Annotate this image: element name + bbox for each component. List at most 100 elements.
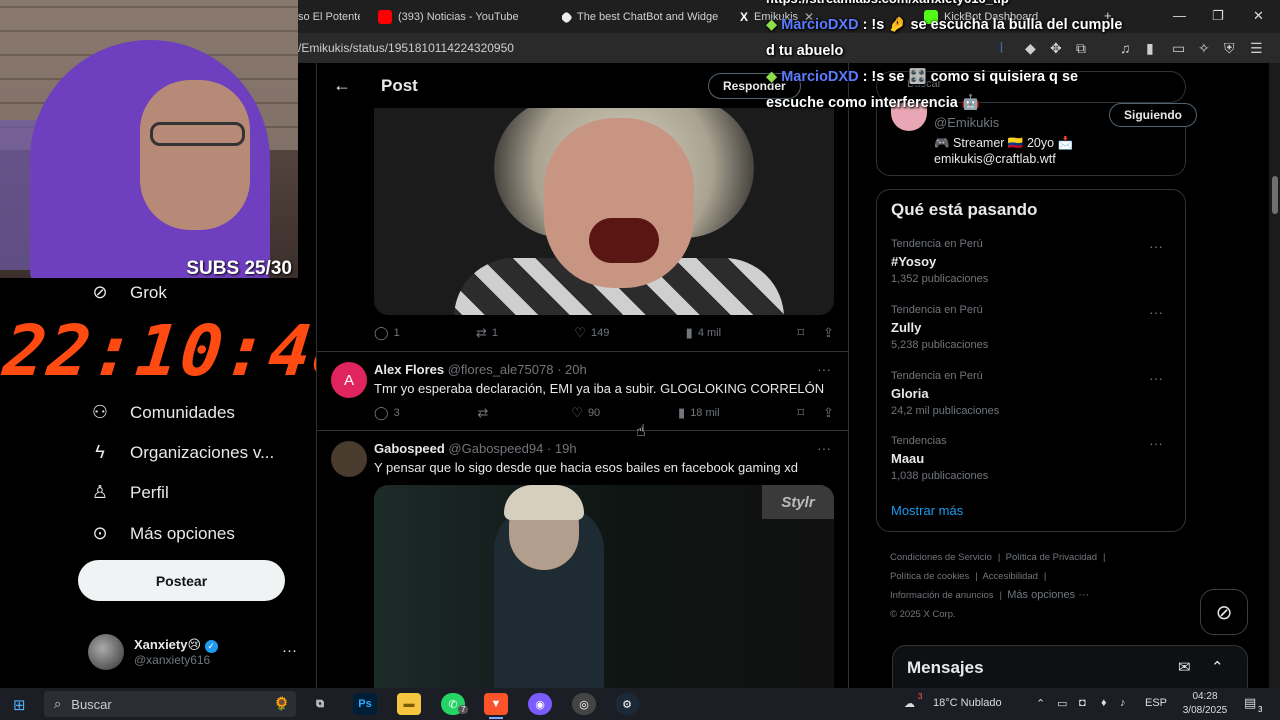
trend-item[interactable]: Tendencia en Perú Gloria 24,2 mil public…: [891, 370, 1173, 417]
shield-icon[interactable]: ⛨: [1224, 40, 1235, 57]
obs-icon[interactable]: ◎: [572, 693, 596, 715]
repost-action[interactable]: ⇄ 1: [476, 325, 498, 341]
reply-action[interactable]: ◯ 1: [374, 325, 400, 341]
views-icon: ▮: [678, 405, 686, 420]
tweet-header: Gabospeed @Gabospeed94 · 19h: [374, 441, 577, 456]
maximize-button[interactable]: ❐: [1212, 8, 1224, 24]
search-label: Buscar: [71, 696, 112, 712]
tray-chevron-icon[interactable]: ⌃: [1036, 697, 1045, 710]
tray-mic-icon[interactable]: ♦: [1101, 697, 1107, 709]
footer-link[interactable]: Accesibilidad: [982, 571, 1037, 582]
right-sidebar: Buscar @Emikukis Siguiendo 🎮 Streamer 🇨🇴…: [849, 63, 1269, 690]
communities-icon: ⚇: [91, 402, 109, 422]
trend-item[interactable]: Tendencia en Perú Zully 5,238 publicacio…: [891, 304, 1173, 351]
account-more-icon[interactable]: ···: [282, 642, 297, 659]
tray-camera-icon[interactable]: ◘: [1079, 697, 1086, 709]
window-close-button[interactable]: ✕: [1253, 8, 1264, 24]
expand-icon[interactable]: ⌃: [1211, 658, 1224, 676]
messages-drawer[interactable]: Mensajes ✉ ⌃: [892, 645, 1248, 690]
trend-item[interactable]: Tendencia en Perú #Yosoy 1,352 publicaci…: [891, 238, 1173, 285]
bolt-icon: ϟ: [95, 442, 105, 462]
taskbar-search[interactable]: ⌕ Buscar 🌻: [44, 691, 296, 717]
wallet-icon[interactable]: ▭: [1172, 40, 1185, 57]
footer-link[interactable]: Condiciones de Servicio: [890, 552, 992, 563]
back-arrow-icon[interactable]: ←: [333, 75, 351, 96]
task-view-icon[interactable]: ⧉: [308, 693, 332, 715]
language-indicator[interactable]: ESP: [1145, 697, 1167, 709]
show-more-link[interactable]: Mostrar más: [891, 503, 963, 518]
windows-start-icon[interactable]: ⊞: [13, 696, 26, 714]
trend-item[interactable]: Tendencias Maau 1,038 publicaciones ···: [891, 435, 1173, 482]
like-action[interactable]: ♡ 90: [571, 405, 600, 421]
views-icon: ▮: [685, 325, 693, 340]
reply-tweet[interactable]: Gabospeed @Gabospeed94 · 19h ··· Y pensa…: [317, 431, 848, 491]
avatar[interactable]: [331, 441, 367, 477]
reply-action[interactable]: ◯ 3: [374, 405, 400, 421]
tweet-text: Y pensar que lo sigo desde que hacia eso…: [374, 460, 798, 475]
menu-icon[interactable]: ☰: [1250, 40, 1263, 57]
author-name[interactable]: Gabospeed: [374, 441, 445, 456]
footer-link[interactable]: Política de cookies: [890, 571, 969, 582]
author-handle[interactable]: @flores_ale75078: [448, 362, 554, 377]
tray-volume-icon[interactable]: ♪: [1120, 697, 1126, 709]
notification-badge: 3: [1258, 705, 1263, 714]
more-icon[interactable]: ···: [1149, 370, 1163, 386]
nav-item-grok[interactable]: ⊘ Grok: [88, 282, 166, 303]
trend-context: Tendencia en Perú: [891, 370, 983, 382]
taskbar-clock[interactable]: 04:28 3/08/2025: [1180, 690, 1230, 718]
steam-icon[interactable]: ⚙: [615, 693, 639, 715]
more-icon[interactable]: ···: [1149, 304, 1163, 320]
file-explorer-icon[interactable]: ▬: [397, 693, 421, 715]
views-action[interactable]: ▮ 18 mil: [678, 405, 720, 421]
author-handle[interactable]: @Gabospeed94: [448, 441, 543, 456]
post-button[interactable]: Postear: [78, 560, 285, 601]
grok-fab-button[interactable]: ⊘: [1200, 589, 1248, 635]
share-icon[interactable]: ⇪: [823, 325, 834, 341]
more-circle-icon: ⊙: [92, 523, 108, 543]
notification-icon[interactable]: ▤: [1244, 695, 1256, 711]
trend-name: Maau: [891, 451, 925, 466]
nav-item-more-options[interactable]: ⊙ Más opciones: [88, 523, 234, 544]
messages-title: Mensajes: [907, 658, 984, 677]
nav-item-profile[interactable]: ♙ Perfil: [88, 482, 169, 503]
footer-link[interactable]: Más opciones ···: [1007, 589, 1089, 601]
sidebar-icon[interactable]: ▮: [1146, 40, 1154, 57]
like-action[interactable]: ♡ 149: [574, 325, 609, 341]
reply-video[interactable]: Stylr: [374, 485, 834, 688]
stream-clock: 22:10:48: [0, 310, 362, 392]
profile-icon: ♙: [91, 482, 109, 502]
discord-icon[interactable]: ◉: [528, 693, 552, 715]
new-message-icon[interactable]: ✉: [1178, 658, 1191, 676]
tray-network-icon[interactable]: ▭: [1057, 697, 1067, 710]
more-icon[interactable]: ···: [1149, 435, 1163, 451]
brave-icon[interactable]: ▼: [484, 693, 508, 715]
post-video[interactable]: [374, 108, 834, 315]
scrollbar-thumb[interactable]: [1272, 176, 1278, 214]
bookmark-action[interactable]: ⌑ ⇪: [797, 405, 834, 421]
more-icon[interactable]: ···: [817, 361, 831, 377]
account-switcher[interactable]: Xanxiety😢 ✓ @xanxiety616: [88, 634, 218, 670]
nav-item-communities[interactable]: ⚇ Comunidades: [88, 402, 235, 423]
bookmark-action[interactable]: ⌑ ⇪: [797, 325, 834, 341]
more-icon[interactable]: ···: [1149, 238, 1163, 254]
more-icon[interactable]: ···: [817, 440, 831, 456]
tab-potente[interactable]: so El Potente: [298, 4, 360, 30]
nav-item-organizations[interactable]: ϟ Organizaciones v...: [88, 442, 274, 463]
weather-icon[interactable]: ☁: [904, 697, 915, 710]
avatar[interactable]: A: [331, 362, 367, 398]
bio-line: 🎮 Streamer 🇨🇴 20yo 📩: [934, 136, 1074, 150]
weather-text[interactable]: 18°C Nublado: [933, 697, 1002, 709]
author-name[interactable]: Alex Flores: [374, 362, 444, 377]
tab-chatbot[interactable]: The best ChatBot and Widge: [562, 4, 722, 30]
leo-icon[interactable]: ✧: [1198, 40, 1210, 57]
photoshop-icon[interactable]: Ps: [353, 693, 377, 715]
diamond-icon: ◆: [766, 69, 778, 85]
share-icon[interactable]: ⇪: [823, 405, 834, 421]
views-action[interactable]: ▮ 4 mil: [686, 325, 721, 341]
repost-action[interactable]: ⇄: [478, 405, 494, 421]
footer-link[interactable]: Política de Privacidad: [1006, 552, 1097, 563]
tab-youtube[interactable]: (393) Noticias - YouTube: [378, 4, 538, 30]
minimize-button[interactable]: —: [1173, 8, 1186, 23]
scrollbar[interactable]: [1269, 63, 1280, 688]
footer-link[interactable]: Información de anuncios: [890, 590, 994, 601]
